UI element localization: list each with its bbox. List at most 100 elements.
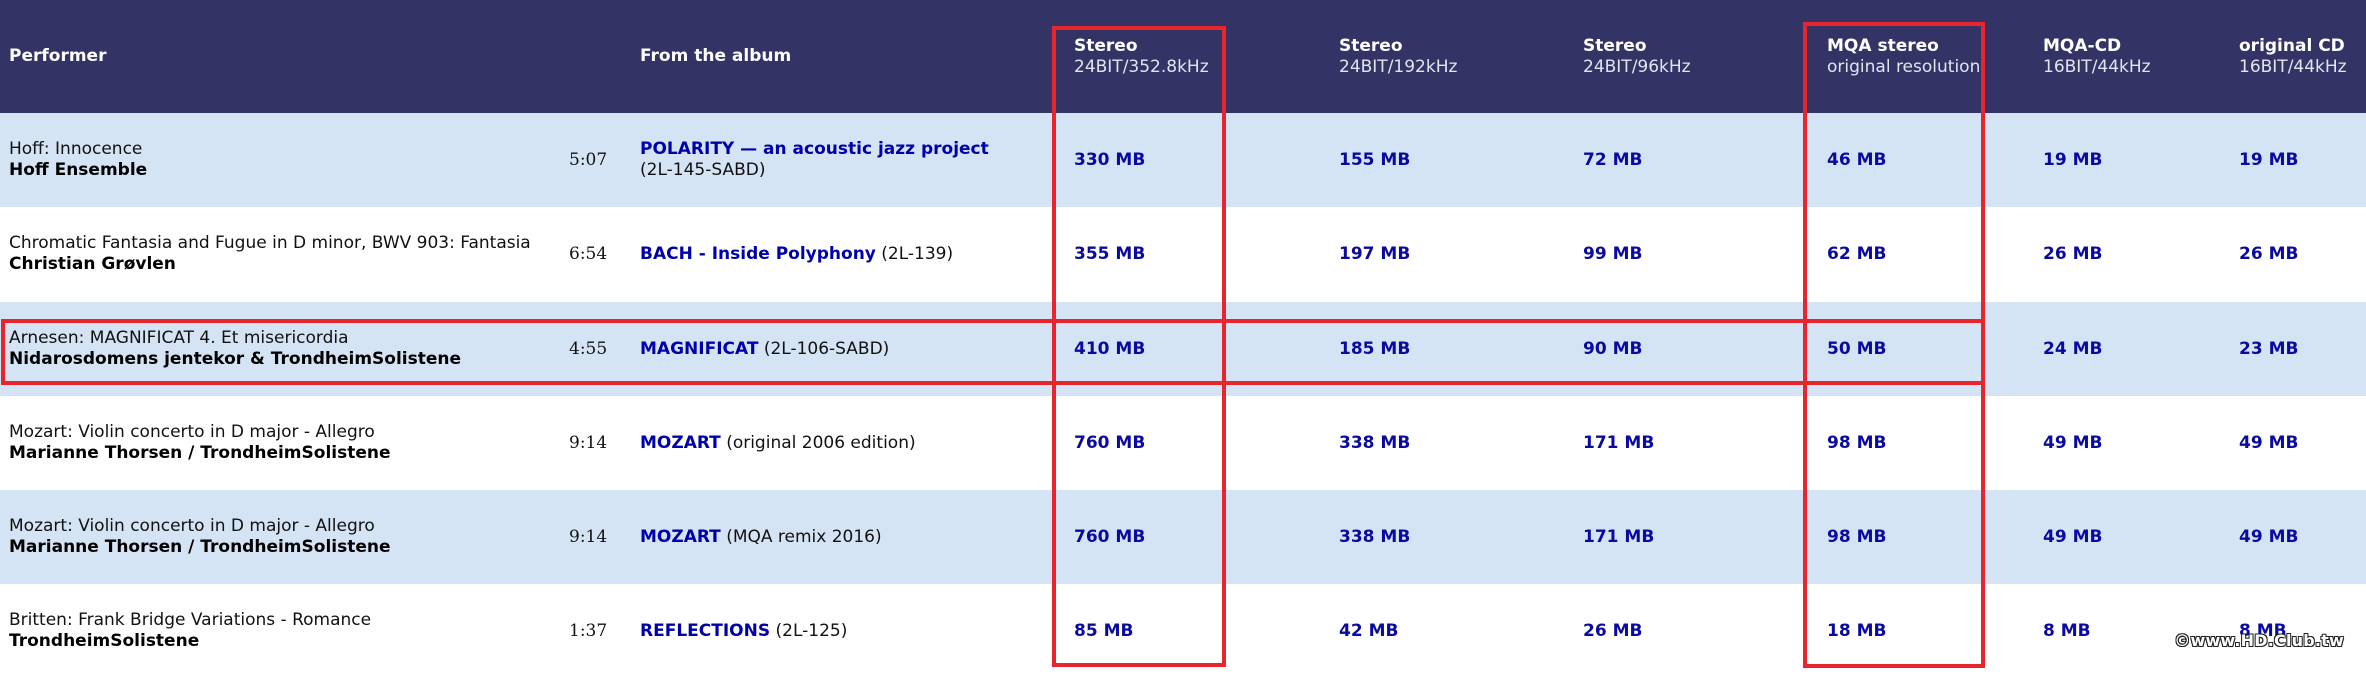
download-link-mqa-stereo[interactable]: 98 MB	[1827, 433, 1886, 454]
format-name: Stereo	[1339, 35, 1403, 56]
download-link-stereo-352[interactable]: 760 MB	[1074, 433, 1145, 454]
album-code: (MQA remix 2016)	[726, 526, 882, 547]
track-info: Arnesen: MAGNIFICAT 4. Et misericordia N…	[9, 302, 461, 396]
track-info: Mozart: Violin concerto in D major - All…	[9, 490, 391, 584]
track-duration: 6:54	[569, 243, 608, 264]
header-format-stereo-352: Stereo 24BIT/352.8kHz	[1074, 0, 1209, 113]
header-album-label: From the album	[640, 46, 792, 66]
album-info: POLARITY — an acoustic jazz project (2L-…	[640, 113, 989, 207]
download-link-mqa-cd[interactable]: 26 MB	[2043, 244, 2102, 265]
track-title: Mozart: Violin concerto in D major - All…	[9, 516, 375, 536]
track-title: Arnesen: MAGNIFICAT 4. Et misericordia	[9, 328, 349, 348]
track-duration: 4:55	[569, 338, 608, 359]
track-info: Hoff: Innocence Hoff Ensemble	[9, 113, 147, 207]
format-resolution: 24BIT/352.8kHz	[1074, 56, 1209, 77]
album-link[interactable]: REFLECTIONS	[640, 621, 770, 642]
download-link-stereo-96[interactable]: 171 MB	[1583, 527, 1654, 548]
download-link-stereo-96[interactable]: 171 MB	[1583, 433, 1654, 454]
download-link-mqa-cd[interactable]: 49 MB	[2043, 527, 2102, 548]
download-link-original-cd[interactable]: 49 MB	[2239, 433, 2298, 454]
watermark: ©www.HD.Club.tw	[2174, 631, 2344, 650]
album-link[interactable]: POLARITY — an acoustic jazz project	[640, 139, 989, 159]
download-link-mqa-stereo[interactable]: 62 MB	[1827, 244, 1886, 265]
download-link-stereo-96[interactable]: 26 MB	[1583, 621, 1642, 642]
download-link-stereo-352[interactable]: 410 MB	[1074, 339, 1145, 360]
download-link-mqa-stereo[interactable]: 18 MB	[1827, 621, 1886, 642]
table-row: Mozart: Violin concerto in D major - All…	[0, 396, 2366, 490]
download-link-mqa-cd[interactable]: 8 MB	[2043, 621, 2091, 642]
track-info: Chromatic Fantasia and Fugue in D minor,…	[9, 207, 531, 301]
track-duration: 1:37	[569, 620, 608, 641]
format-resolution: 24BIT/96kHz	[1583, 56, 1691, 77]
format-resolution: 16BIT/44kHz	[2043, 56, 2151, 77]
download-link-original-cd[interactable]: 49 MB	[2239, 527, 2298, 548]
album-info: MAGNIFICAT (2L-106-SABD)	[640, 302, 889, 396]
performer-name: Nidarosdomens jentekor & TrondheimSolist…	[9, 349, 462, 369]
download-link-stereo-352[interactable]: 85 MB	[1074, 621, 1133, 642]
track-info: Mozart: Violin concerto in D major - All…	[9, 396, 391, 490]
album-info: BACH - Inside Polyphony (2L-139)	[640, 207, 953, 301]
table-header: Performer From the album Stereo 24BIT/35…	[0, 0, 2366, 113]
album-link[interactable]: BACH - Inside Polyphony	[640, 244, 876, 265]
download-table: Performer From the album Stereo 24BIT/35…	[0, 0, 2366, 678]
format-name: original CD	[2239, 35, 2345, 56]
track-title: Britten: Frank Bridge Variations - Roman…	[9, 610, 372, 630]
track-duration: 9:14	[569, 526, 608, 547]
format-name: MQA stereo	[1827, 35, 1939, 56]
header-performer-label: Performer	[9, 46, 107, 66]
album-code: (2L-139)	[881, 243, 954, 264]
table-row: Arnesen: MAGNIFICAT 4. Et misericordia N…	[0, 302, 2366, 396]
download-link-original-cd[interactable]: 23 MB	[2239, 339, 2298, 360]
download-link-stereo-352[interactable]: 330 MB	[1074, 150, 1145, 171]
album-link[interactable]: MAGNIFICAT	[640, 339, 758, 360]
track-duration: 5:07	[569, 149, 608, 170]
album-code: (original 2006 edition)	[726, 432, 916, 453]
download-link-mqa-cd[interactable]: 24 MB	[2043, 339, 2102, 360]
download-link-stereo-192[interactable]: 338 MB	[1339, 527, 1410, 548]
table-row: Hoff: Innocence Hoff Ensemble 5:07 POLAR…	[0, 113, 2366, 207]
performer-name: TrondheimSolistene	[9, 631, 200, 651]
download-link-stereo-192[interactable]: 155 MB	[1339, 150, 1410, 171]
download-link-stereo-96[interactable]: 72 MB	[1583, 150, 1642, 171]
download-link-stereo-96[interactable]: 99 MB	[1583, 244, 1642, 265]
album-code: (2L-106-SABD)	[763, 338, 890, 359]
header-format-stereo-192: Stereo 24BIT/192kHz	[1339, 0, 1457, 113]
album-link[interactable]: MOZART	[640, 433, 721, 454]
download-link-mqa-stereo[interactable]: 98 MB	[1827, 527, 1886, 548]
download-link-stereo-192[interactable]: 42 MB	[1339, 621, 1398, 642]
table-row: Mozart: Violin concerto in D major - All…	[0, 490, 2366, 584]
download-link-mqa-cd[interactable]: 19 MB	[2043, 150, 2102, 171]
download-link-stereo-192[interactable]: 338 MB	[1339, 433, 1410, 454]
track-duration: 9:14	[569, 432, 608, 453]
format-name: Stereo	[1583, 35, 1647, 56]
track-title: Chromatic Fantasia and Fugue in D minor,…	[9, 233, 531, 253]
performer-name: Marianne Thorsen / TrondheimSolistene	[9, 443, 391, 463]
download-link-stereo-192[interactable]: 185 MB	[1339, 339, 1410, 360]
header-format-stereo-96: Stereo 24BIT/96kHz	[1583, 0, 1691, 113]
download-link-stereo-352[interactable]: 760 MB	[1074, 527, 1145, 548]
format-name: MQA-CD	[2043, 35, 2122, 56]
album-info: MOZART (original 2006 edition)	[640, 396, 916, 490]
performer-name: Hoff Ensemble	[9, 160, 148, 180]
header-album: From the album	[640, 0, 791, 113]
performer-name: Marianne Thorsen / TrondheimSolistene	[9, 537, 391, 557]
album-code: (2L-125)	[775, 620, 848, 641]
track-title: Mozart: Violin concerto in D major - All…	[9, 422, 375, 442]
table-row: Chromatic Fantasia and Fugue in D minor,…	[0, 207, 2366, 301]
download-link-original-cd[interactable]: 26 MB	[2239, 244, 2298, 265]
album-info: REFLECTIONS (2L-125)	[640, 584, 847, 678]
download-link-original-cd[interactable]: 19 MB	[2239, 150, 2298, 171]
table-row: Britten: Frank Bridge Variations - Roman…	[0, 584, 2366, 678]
download-link-stereo-192[interactable]: 197 MB	[1339, 244, 1410, 265]
header-format-mqa-cd: MQA-CD 16BIT/44kHz	[2043, 0, 2151, 113]
download-link-mqa-stereo[interactable]: 46 MB	[1827, 150, 1886, 171]
format-resolution: 24BIT/192kHz	[1339, 56, 1458, 77]
format-resolution: 16BIT/44kHz	[2239, 56, 2347, 77]
download-link-stereo-352[interactable]: 355 MB	[1074, 244, 1145, 265]
download-link-mqa-stereo[interactable]: 50 MB	[1827, 339, 1886, 360]
performer-name: Christian Grøvlen	[9, 254, 176, 274]
track-info: Britten: Frank Bridge Variations - Roman…	[9, 584, 371, 678]
album-link[interactable]: MOZART	[640, 527, 721, 548]
download-link-mqa-cd[interactable]: 49 MB	[2043, 433, 2102, 454]
download-link-stereo-96[interactable]: 90 MB	[1583, 339, 1642, 360]
